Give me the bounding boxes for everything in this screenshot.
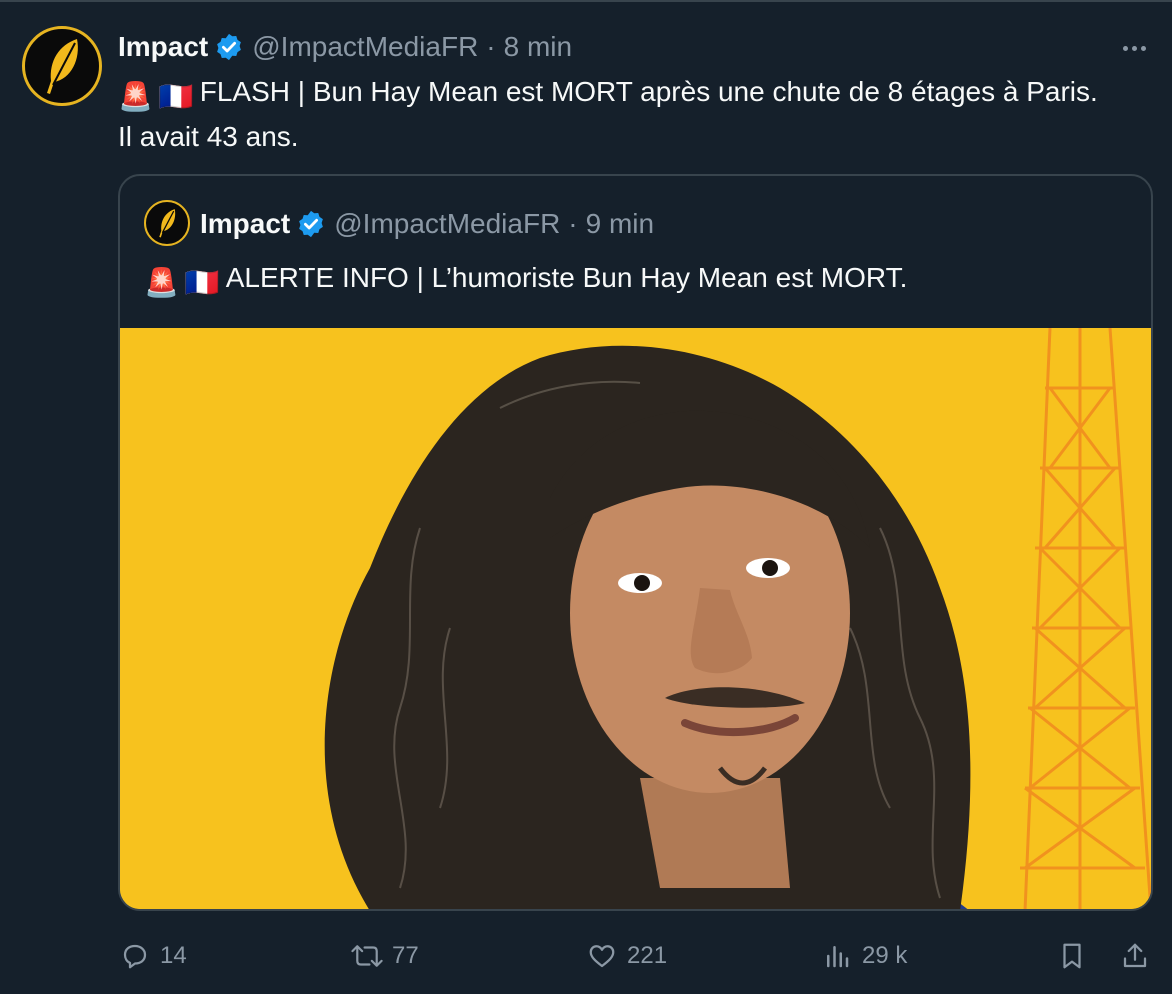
quoted-avatar[interactable] [144, 200, 190, 246]
quoted-text: 🚨 🇫🇷 ALERTE INFO | L’humoriste Bun Hay Mea… [144, 258, 907, 303]
tweet-header: Impact @ImpactMediaFR · 8 min [118, 28, 572, 66]
retweet-count: 77 [392, 942, 419, 969]
retweet-icon [350, 939, 384, 973]
france-flag-emoji-icon: 🇫🇷 [158, 81, 194, 112]
divider [0, 0, 1172, 2]
share-icon [1118, 939, 1152, 973]
share-button[interactable] [1118, 930, 1152, 982]
separator-dot: · [568, 208, 578, 239]
bookmark-button[interactable] [1055, 930, 1089, 982]
reply-count: 14 [160, 942, 187, 969]
retweet-button[interactable]: 77 [350, 930, 419, 982]
bookmark-icon [1055, 939, 1089, 973]
author-name[interactable]: Impact [118, 31, 208, 63]
feather-logo-icon [47, 39, 78, 94]
tweet[interactable]: Impact @ImpactMediaFR · 8 min 🚨 🇫🇷 FLASH |… [0, 0, 1172, 994]
quoted-photo[interactable] [120, 328, 1151, 909]
more-icon[interactable] [1114, 28, 1154, 68]
separator-dot: · [486, 31, 496, 62]
views-count: 29 k [862, 942, 908, 969]
quoted-body: ALERTE INFO | L’humoriste Bun Hay Mean e… [225, 262, 908, 293]
siren-emoji-icon: 🚨 [144, 267, 179, 298]
reply-button[interactable]: 14 [118, 930, 187, 982]
author-handle[interactable]: @ImpactMediaFR [252, 31, 478, 63]
views-button[interactable]: 29 k [820, 930, 907, 982]
like-count: 221 [627, 942, 668, 969]
quoted-header: Impact @ImpactMediaFR · 9 min [200, 206, 654, 242]
avatar[interactable] [22, 26, 102, 106]
siren-emoji-icon: 🚨 [118, 81, 153, 112]
reply-icon [118, 939, 152, 973]
france-flag-emoji-icon: 🇫🇷 [184, 267, 220, 298]
tweet-text: 🚨 🇫🇷 FLASH | Bun Hay Mean est MORT après u… [118, 72, 1118, 157]
views-icon [820, 939, 854, 973]
quoted-time: 9 min [585, 208, 655, 239]
feather-logo-icon [159, 209, 176, 238]
like-icon [585, 939, 619, 973]
verified-badge-icon [299, 210, 324, 238]
quoted-author-name: Impact [200, 208, 291, 239]
portrait-image [120, 328, 1151, 909]
tweet-time[interactable]: 8 min [504, 31, 572, 63]
like-button[interactable]: 221 [585, 930, 667, 982]
tweet-actions: 14 77 221 29 k [0, 930, 1172, 982]
tweet-body: FLASH | Bun Hay Mean est MORT après une … [118, 76, 1098, 152]
quoted-tweet[interactable]: Impact @ImpactMediaFR · 9 min 🚨 🇫🇷 ALERTE … [118, 174, 1153, 911]
quoted-author-handle: @ImpactMediaFR [334, 208, 561, 239]
verified-badge-icon [217, 33, 242, 61]
